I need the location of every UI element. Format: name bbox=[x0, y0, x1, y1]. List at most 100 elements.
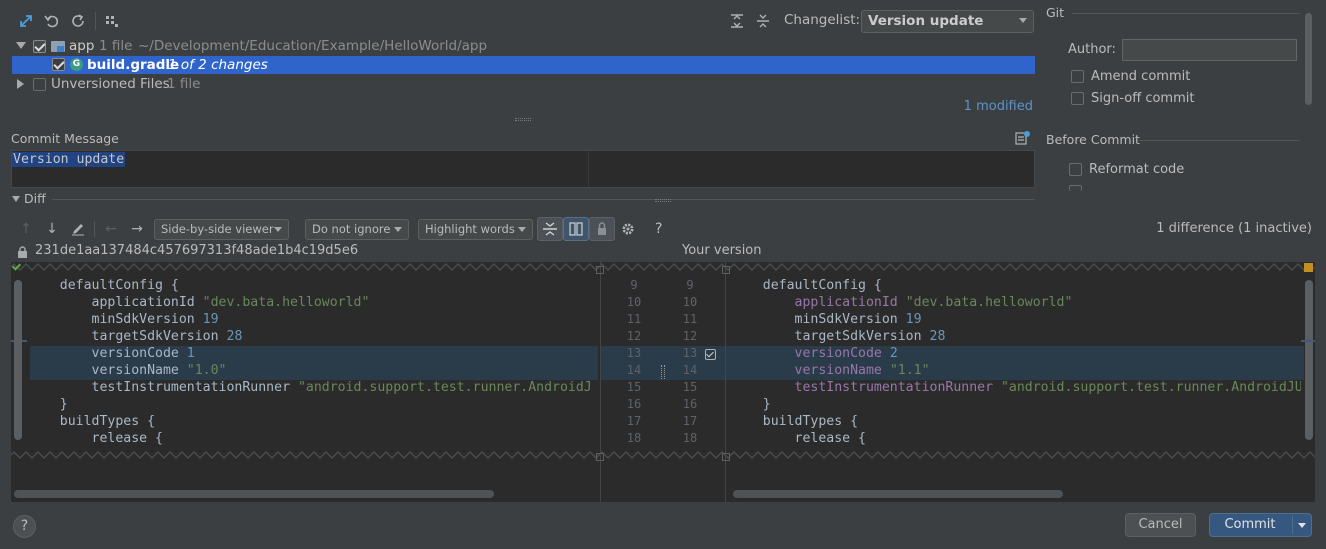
gutter-drag-handle[interactable] bbox=[661, 365, 665, 379]
splitter-grip[interactable] bbox=[515, 118, 531, 121]
tree-app-name: app bbox=[69, 38, 95, 54]
left-code-pane[interactable]: defaultConfig { applicationId "dev.bata.… bbox=[28, 277, 598, 447]
next-diff-icon[interactable]: ↓ bbox=[42, 219, 62, 239]
reformat-code-checkbox[interactable] bbox=[1069, 163, 1082, 176]
refresh-icon[interactable] bbox=[68, 11, 88, 31]
gutter-right-line-number: 15 bbox=[682, 380, 698, 394]
gutter-left-line-number: 16 bbox=[626, 397, 642, 411]
left-horizontal-scrollbar[interactable] bbox=[14, 490, 494, 498]
commit-options-divider bbox=[1292, 516, 1293, 534]
code-token: release { bbox=[28, 431, 163, 446]
group-by-icon[interactable] bbox=[102, 11, 122, 31]
tree-row-app[interactable]: app 1 file ~/Development/Education/Examp… bbox=[12, 37, 1035, 56]
tree-unversioned-name: Unversioned Files bbox=[51, 76, 170, 92]
expand-all-icon[interactable] bbox=[727, 11, 747, 31]
signoff-commit-checkbox[interactable] bbox=[1071, 92, 1084, 105]
gutter-right-line-number: 17 bbox=[682, 414, 698, 428]
diff-section-line bbox=[52, 199, 1035, 200]
left-code-line: versionCode 1 bbox=[28, 345, 195, 362]
code-token: "dev.bata.helloworld" bbox=[202, 295, 370, 310]
amend-commit-checkbox[interactable] bbox=[1071, 70, 1084, 83]
right-change-stripe bbox=[1301, 340, 1315, 350]
unversioned-checkbox[interactable] bbox=[33, 78, 46, 91]
author-field[interactable] bbox=[1122, 39, 1297, 61]
code-token: "android.support.test.runner.AndroidJUn bbox=[1000, 380, 1301, 395]
commit-message-history-icon[interactable] bbox=[1012, 128, 1032, 148]
highlight-select[interactable]: Highlight words bbox=[418, 219, 533, 240]
signoff-commit-label[interactable]: Sign-off commit bbox=[1091, 91, 1194, 106]
commit-message-editor[interactable]: Version update bbox=[11, 150, 1035, 188]
fold-marker-icon[interactable] bbox=[596, 453, 604, 461]
gutter-right-line-number: 12 bbox=[682, 329, 698, 343]
left-lock-icon bbox=[17, 246, 28, 262]
chevron-down-icon[interactable] bbox=[1298, 523, 1306, 528]
right-horizontal-scrollbar[interactable] bbox=[733, 490, 1063, 498]
tree-row-build-gradle[interactable]: G build.gradle 1 of 2 changes bbox=[12, 56, 1035, 74]
amend-commit-label[interactable]: Amend commit bbox=[1091, 69, 1190, 84]
author-label: Author: bbox=[1068, 42, 1116, 57]
reformat-code-label[interactable]: Reformat code bbox=[1089, 162, 1184, 177]
diff-help-button[interactable]: ? bbox=[655, 221, 662, 237]
commit-message-right-margin bbox=[588, 151, 589, 187]
edit-source-icon[interactable] bbox=[68, 219, 88, 239]
code-token: 19 bbox=[202, 312, 219, 327]
gradle-file-icon: G bbox=[70, 58, 83, 71]
prev-file-icon[interactable]: ← bbox=[101, 219, 121, 239]
code-token: "1.0" bbox=[186, 363, 227, 378]
changelist-value: Version update bbox=[868, 13, 984, 29]
code-token: versionCode bbox=[794, 346, 882, 361]
right-code-line: buildTypes { bbox=[731, 413, 858, 430]
ignore-select[interactable]: Do not ignore bbox=[305, 219, 409, 240]
tree-app-count: 1 file bbox=[99, 38, 133, 54]
fold-marker-icon[interactable] bbox=[722, 453, 730, 461]
diff-settings-icon[interactable] bbox=[618, 219, 638, 239]
lock-editor-button[interactable] bbox=[589, 217, 615, 241]
expand-arrow-icon[interactable] bbox=[16, 42, 26, 49]
right-code-line: release { bbox=[731, 430, 866, 447]
right-code-pane[interactable]: defaultConfig { applicationId "dev.bata.… bbox=[731, 277, 1301, 447]
diff-expand-arrow-icon[interactable] bbox=[12, 196, 20, 202]
commit-message-text[interactable]: Version update bbox=[12, 152, 126, 167]
build-gradle-checkbox[interactable] bbox=[52, 58, 65, 71]
tree-row-unversioned[interactable]: Unversioned Files 1 file bbox=[12, 75, 1035, 94]
gutter-right-line-number: 18 bbox=[682, 431, 698, 445]
gutter-right-line-number: 13 bbox=[682, 346, 698, 360]
gutter-left-line-number: 13 bbox=[626, 346, 642, 360]
right-code-line: applicationId "dev.bata.helloworld" bbox=[731, 294, 1073, 311]
diff-splitter-grip[interactable] bbox=[655, 199, 671, 202]
help-button[interactable]: ? bbox=[13, 515, 36, 538]
gutter-left-numbers: 9 10 11 12 13 14 15 16 17 18 bbox=[614, 277, 654, 447]
chevron-down-icon bbox=[394, 227, 402, 232]
left-vertical-scrollbar[interactable] bbox=[14, 280, 22, 440]
rollback-icon[interactable] bbox=[42, 11, 62, 31]
viewer-select[interactable]: Side-by-side viewer bbox=[154, 219, 289, 240]
fold-marker-icon[interactable] bbox=[596, 266, 604, 274]
collapse-unchanged-button[interactable] bbox=[537, 217, 563, 241]
collapse-arrow-icon[interactable] bbox=[17, 79, 24, 89]
app-checkbox[interactable] bbox=[33, 40, 46, 53]
left-code-line: targetSdkVersion 28 bbox=[28, 328, 243, 345]
left-code-line: buildTypes { bbox=[28, 413, 155, 430]
git-panel-scrollbar[interactable] bbox=[1305, 13, 1312, 105]
commit-button[interactable]: Commit bbox=[1209, 513, 1312, 537]
tree-file-status: 1 of 2 changes bbox=[168, 57, 268, 73]
collapse-all-icon[interactable] bbox=[753, 11, 773, 31]
right-vertical-scrollbar[interactable] bbox=[1305, 280, 1313, 440]
chevron-down-icon bbox=[518, 227, 526, 232]
next-option-checkbox[interactable] bbox=[1069, 185, 1082, 191]
diff-label: Diff bbox=[24, 191, 46, 206]
fold-marker-icon[interactable] bbox=[722, 266, 730, 274]
code-token: targetSdkVersion bbox=[28, 329, 227, 344]
tree-file-name: build.gradle bbox=[87, 57, 180, 73]
cancel-button[interactable]: Cancel bbox=[1125, 513, 1196, 537]
gutter-left-line-number: 17 bbox=[626, 414, 642, 428]
sync-scroll-button[interactable] bbox=[563, 217, 589, 241]
viewer-value: Side-by-side viewer bbox=[161, 222, 274, 236]
diff-toggle-icon[interactable] bbox=[16, 11, 36, 31]
changelist-select[interactable]: Version update bbox=[861, 10, 1034, 33]
next-file-icon[interactable]: → bbox=[127, 219, 147, 239]
prev-diff-icon[interactable]: ↑ bbox=[16, 219, 36, 239]
